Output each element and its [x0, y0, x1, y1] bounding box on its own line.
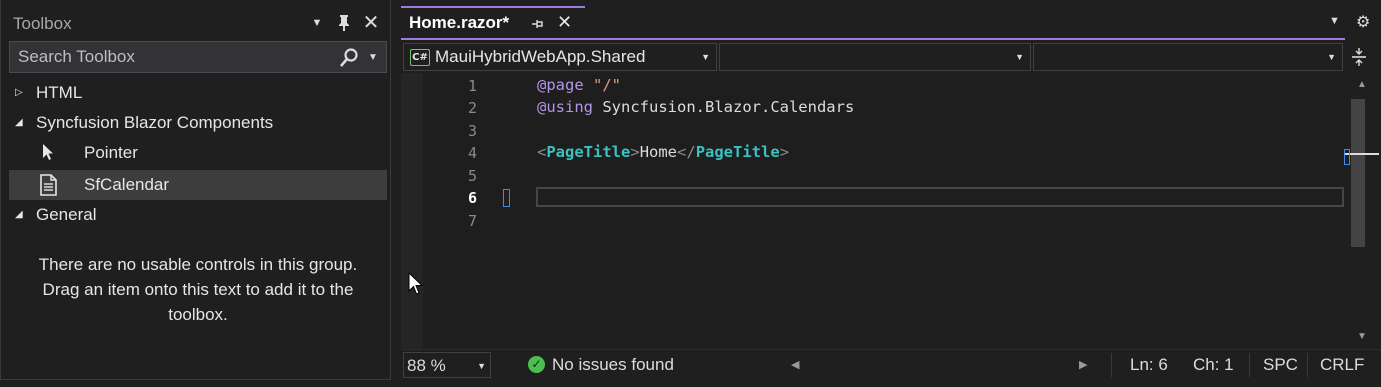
scroll-up-icon[interactable]: ▲ — [1357, 79, 1367, 90]
namespace-text: Syncfusion.Blazor.Calendars — [602, 98, 855, 116]
toolbox-group-html[interactable]: ▷ HTML — [9, 78, 387, 108]
pin-icon[interactable] — [334, 12, 354, 34]
tag-name: PageTitle — [695, 143, 780, 161]
window-position-dropdown-icon[interactable]: ▼ — [307, 12, 327, 34]
line-number: 5 — [467, 167, 477, 185]
line-number: 2 — [467, 99, 477, 117]
toolbox-group-general[interactable]: ◢ General — [9, 200, 387, 230]
toolbox-title: Toolbox — [13, 14, 72, 33]
csharp-project-icon: C# — [410, 49, 430, 66]
issues-status[interactable]: No issues found — [552, 355, 674, 375]
scroll-down-icon[interactable]: ▼ — [1357, 331, 1367, 342]
glyph-margin — [401, 73, 423, 349]
line-number: 7 — [467, 212, 477, 230]
code-line-4: <PageTitle>Home</PageTitle> — [537, 143, 789, 161]
directive-keyword: @using — [537, 98, 593, 116]
member-dropdown[interactable]: ▼ — [1033, 43, 1343, 71]
toolbox-search-input[interactable] — [10, 42, 330, 72]
chevron-down-icon: ▼ — [701, 52, 710, 62]
group-label: Syncfusion Blazor Components — [36, 113, 274, 132]
change-marker — [1344, 149, 1350, 165]
whitespace-indicator[interactable]: SPC — [1263, 355, 1298, 375]
check-circle-icon[interactable]: ✓ — [528, 356, 545, 373]
toolbox-item-pointer[interactable]: Pointer — [9, 138, 387, 168]
tab-home-razor[interactable]: Home.razor* ✕ — [401, 6, 585, 39]
line-number-active: 6 — [467, 189, 477, 207]
tab-list-dropdown-icon[interactable]: ▼ — [1329, 15, 1340, 27]
code-line-1: @page "/" — [537, 76, 621, 94]
group-label: HTML — [36, 83, 83, 102]
search-icon[interactable] — [338, 47, 360, 69]
project-dropdown[interactable]: C# MauiHybridWebApp.Shared ▼ — [403, 43, 717, 71]
tab-accent-line — [401, 38, 1345, 40]
status-separator — [1307, 353, 1308, 377]
editor-status-bar: 88 % ▼ ✓ No issues found ◀ ▶ Ln: 6 Ch: 1… — [401, 349, 1381, 380]
toolbox-panel: Toolbox ▼ ✕ ▼ ▷ HTML ◢ Syncfusion Blazor… — [0, 0, 391, 380]
tag-bracket: </ — [677, 143, 696, 161]
string-literal: "/" — [593, 76, 622, 94]
type-dropdown[interactable]: ▼ — [719, 43, 1031, 71]
toolbox-item-sfcalendar[interactable]: SfCalendar — [9, 170, 387, 200]
scroll-thumb[interactable] — [1351, 99, 1365, 247]
toolbox-header: Toolbox ▼ ✕ — [1, 0, 391, 46]
vertical-scrollbar[interactable]: ▲ ▼ — [1344, 73, 1381, 349]
empty-message-line: There are no usable controls in this gro… — [38, 255, 358, 274]
toolbox-empty-message: There are no usable controls in this gro… — [1, 252, 395, 327]
split-window-icon[interactable] — [1347, 43, 1371, 71]
pin-tab-icon[interactable] — [529, 13, 547, 33]
mouse-cursor-icon — [407, 271, 425, 297]
component-icon — [39, 174, 59, 196]
tag-bracket: > — [630, 143, 640, 161]
line-number: 1 — [467, 77, 477, 95]
code-line-2: @using Syncfusion.Blazor.Calendars — [537, 98, 854, 116]
tab-label: Home.razor* — [409, 13, 510, 32]
tag-name: PageTitle — [546, 143, 631, 161]
expanded-arrow-icon: ◢ — [15, 209, 23, 220]
caret-position-marker — [1345, 153, 1379, 155]
close-tab-icon[interactable]: ✕ — [557, 12, 575, 32]
document-tab-bar: Home.razor* ✕ ▼ ⚙ — [401, 0, 1381, 40]
line-ending-indicator[interactable]: CRLF — [1320, 355, 1364, 375]
navigation-bar: C# MauiHybridWebApp.Shared ▼ ▼ ▼ — [401, 41, 1381, 73]
chevron-down-icon: ▼ — [1015, 52, 1024, 62]
edit-marker-icon — [503, 189, 510, 207]
zoom-level: 88 % — [407, 356, 446, 375]
line-number: 3 — [467, 122, 477, 140]
group-label: General — [36, 205, 97, 224]
scroll-left-icon[interactable]: ◀ — [791, 358, 799, 371]
chevron-down-icon: ▼ — [1327, 52, 1336, 62]
chevron-down-icon: ▼ — [477, 361, 486, 371]
tag-bracket: > — [779, 143, 790, 161]
zoom-dropdown[interactable]: 88 % ▼ — [403, 352, 491, 378]
project-label: MauiHybridWebApp.Shared — [435, 47, 646, 66]
scroll-right-icon[interactable]: ▶ — [1079, 358, 1087, 371]
search-options-dropdown-icon[interactable]: ▼ — [366, 47, 380, 69]
collapsed-arrow-icon: ▷ — [15, 87, 23, 98]
empty-message-line: Drag an item onto this text to add it to… — [42, 280, 354, 299]
item-label: Pointer — [84, 143, 138, 162]
line-indicator[interactable]: Ln: 6 — [1130, 355, 1168, 375]
toolbox-group-syncfusion[interactable]: ◢ Syncfusion Blazor Components — [9, 108, 387, 138]
directive-keyword: @page — [537, 76, 584, 94]
status-separator — [1249, 353, 1250, 377]
code-text-area[interactable]: 1 2 3 4 5 6 7 @page "/" @using Syncfusio… — [401, 73, 1347, 349]
status-separator — [1111, 353, 1112, 377]
tag-content: Home — [639, 143, 678, 161]
column-indicator[interactable]: Ch: 1 — [1193, 355, 1234, 375]
tag-bracket: < — [537, 143, 547, 161]
code-editor: Home.razor* ✕ ▼ ⚙ C# MauiHybridWebApp.Sh… — [401, 0, 1381, 387]
pointer-icon — [39, 142, 59, 164]
current-line-highlight — [536, 187, 1344, 207]
empty-message-line: toolbox. — [168, 305, 228, 324]
expanded-arrow-icon: ◢ — [15, 117, 23, 128]
line-number: 4 — [467, 144, 477, 162]
item-label: SfCalendar — [84, 175, 170, 194]
toolbox-search-box: ▼ — [9, 41, 387, 73]
gear-icon[interactable]: ⚙ — [1356, 12, 1370, 32]
close-icon[interactable]: ✕ — [361, 12, 381, 34]
